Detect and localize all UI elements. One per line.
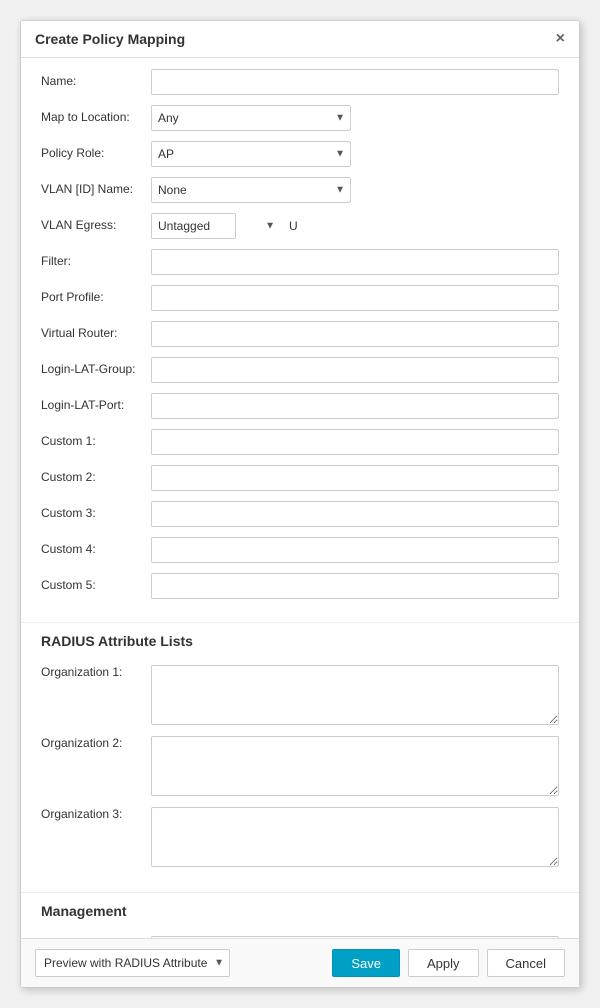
map-to-location-select-wrapper: Any ▼ [151, 105, 351, 131]
management-section: Access: No Access ▼ Management: [21, 925, 579, 938]
custom2-field-wrapper [151, 465, 559, 491]
vlan-egress-select[interactable]: Untagged [151, 213, 236, 239]
dialog-body: Name: Map to Location: Any ▼ [21, 58, 579, 938]
custom4-field-wrapper [151, 537, 559, 563]
org3-field-wrapper [151, 807, 559, 870]
custom1-row: Custom 1: [41, 428, 559, 456]
custom5-label: Custom 5: [41, 578, 151, 594]
custom2-input[interactable] [151, 465, 559, 491]
filter-row: Filter: [41, 248, 559, 276]
save-button[interactable]: Save [332, 949, 400, 977]
org1-label: Organization 1: [41, 665, 151, 681]
custom3-input[interactable] [151, 501, 559, 527]
policy-role-select[interactable]: AP [151, 141, 351, 167]
vlan-name-row: VLAN [ID] Name: None ▼ [41, 176, 559, 204]
login-lat-port-row: Login-LAT-Port: [41, 392, 559, 420]
access-select-wrapper: No Access ▼ [151, 936, 559, 938]
org3-textarea[interactable] [151, 807, 559, 867]
custom2-label: Custom 2: [41, 470, 151, 486]
radius-section: Organization 1: Organization 2: Organiza… [21, 655, 579, 888]
port-profile-row: Port Profile: [41, 284, 559, 312]
org2-field-wrapper [151, 736, 559, 799]
login-lat-group-input[interactable] [151, 357, 559, 383]
filter-input[interactable] [151, 249, 559, 275]
virtual-router-row: Virtual Router: [41, 320, 559, 348]
vlan-egress-select-wrapper: Untagged ▼ [151, 213, 281, 239]
custom3-label: Custom 3: [41, 506, 151, 522]
org2-textarea[interactable] [151, 736, 559, 796]
vlan-name-field-wrapper: None ▼ [151, 177, 559, 203]
access-field-wrapper: No Access ▼ [151, 936, 559, 938]
vlan-egress-chevron-icon: ▼ [265, 221, 275, 232]
radius-section-title: RADIUS Attribute Lists [21, 622, 579, 655]
custom3-field-wrapper [151, 501, 559, 527]
login-lat-port-input[interactable] [151, 393, 559, 419]
vlan-egress-u-label: U [289, 219, 298, 233]
org1-textarea[interactable] [151, 665, 559, 725]
vlan-name-select-wrapper: None ▼ [151, 177, 351, 203]
custom5-field-wrapper [151, 573, 559, 599]
custom2-row: Custom 2: [41, 464, 559, 492]
policy-role-field-wrapper: AP ▼ [151, 141, 559, 167]
policy-role-row: Policy Role: AP ▼ [41, 140, 559, 168]
name-field-wrapper [151, 69, 559, 95]
custom5-row: Custom 5: [41, 572, 559, 600]
port-profile-field-wrapper [151, 285, 559, 311]
login-lat-group-label: Login-LAT-Group: [41, 362, 151, 378]
map-to-location-field-wrapper: Any ▼ [151, 105, 559, 131]
vlan-name-label: VLAN [ID] Name: [41, 182, 151, 198]
org1-row: Organization 1: [41, 665, 559, 728]
org1-field-wrapper [151, 665, 559, 728]
dialog-title: Create Policy Mapping [35, 31, 185, 47]
port-profile-input[interactable] [151, 285, 559, 311]
map-to-location-select[interactable]: Any [151, 105, 351, 131]
create-policy-mapping-dialog: Create Policy Mapping × Name: Map to Loc… [20, 20, 580, 988]
login-lat-group-row: Login-LAT-Group: [41, 356, 559, 384]
virtual-router-input[interactable] [151, 321, 559, 347]
apply-button[interactable]: Apply [408, 949, 479, 977]
login-lat-port-field-wrapper [151, 393, 559, 419]
footer-left: Preview with RADIUS Attributes ▼ [35, 949, 324, 977]
filter-label: Filter: [41, 254, 151, 270]
dialog-footer: Preview with RADIUS Attributes ▼ Save Ap… [21, 938, 579, 987]
org3-row: Organization 3: [41, 807, 559, 870]
custom1-input[interactable] [151, 429, 559, 455]
access-select[interactable]: No Access [151, 936, 559, 938]
custom3-row: Custom 3: [41, 500, 559, 528]
filter-field-wrapper [151, 249, 559, 275]
custom4-row: Custom 4: [41, 536, 559, 564]
policy-role-select-wrapper: AP ▼ [151, 141, 351, 167]
org3-label: Organization 3: [41, 807, 151, 823]
policy-role-label: Policy Role: [41, 146, 151, 162]
preview-select[interactable]: Preview with RADIUS Attributes [35, 949, 230, 977]
map-to-location-row: Map to Location: Any ▼ [41, 104, 559, 132]
close-button[interactable]: × [556, 31, 565, 47]
vlan-egress-row: VLAN Egress: Untagged ▼ U [41, 212, 559, 240]
virtual-router-field-wrapper [151, 321, 559, 347]
name-row: Name: [41, 68, 559, 96]
custom5-input[interactable] [151, 573, 559, 599]
org2-row: Organization 2: [41, 736, 559, 799]
name-label: Name: [41, 74, 151, 90]
custom1-label: Custom 1: [41, 434, 151, 450]
form-section-main: Name: Map to Location: Any ▼ [21, 58, 579, 618]
custom4-input[interactable] [151, 537, 559, 563]
name-input[interactable] [151, 69, 559, 95]
dialog-header: Create Policy Mapping × [21, 21, 579, 58]
vlan-egress-inner-row: Untagged ▼ U [151, 213, 559, 239]
management-section-title: Management [21, 892, 579, 925]
custom4-label: Custom 4: [41, 542, 151, 558]
preview-select-wrapper: Preview with RADIUS Attributes ▼ [35, 949, 230, 977]
login-lat-port-label: Login-LAT-Port: [41, 398, 151, 414]
virtual-router-label: Virtual Router: [41, 326, 151, 342]
cancel-button[interactable]: Cancel [487, 949, 565, 977]
port-profile-label: Port Profile: [41, 290, 151, 306]
vlan-egress-field-wrapper: Untagged ▼ U [151, 213, 559, 239]
map-to-location-label: Map to Location: [41, 110, 151, 126]
org2-label: Organization 2: [41, 736, 151, 752]
vlan-egress-label: VLAN Egress: [41, 218, 151, 234]
custom1-field-wrapper [151, 429, 559, 455]
vlan-name-select[interactable]: None [151, 177, 351, 203]
login-lat-group-field-wrapper [151, 357, 559, 383]
